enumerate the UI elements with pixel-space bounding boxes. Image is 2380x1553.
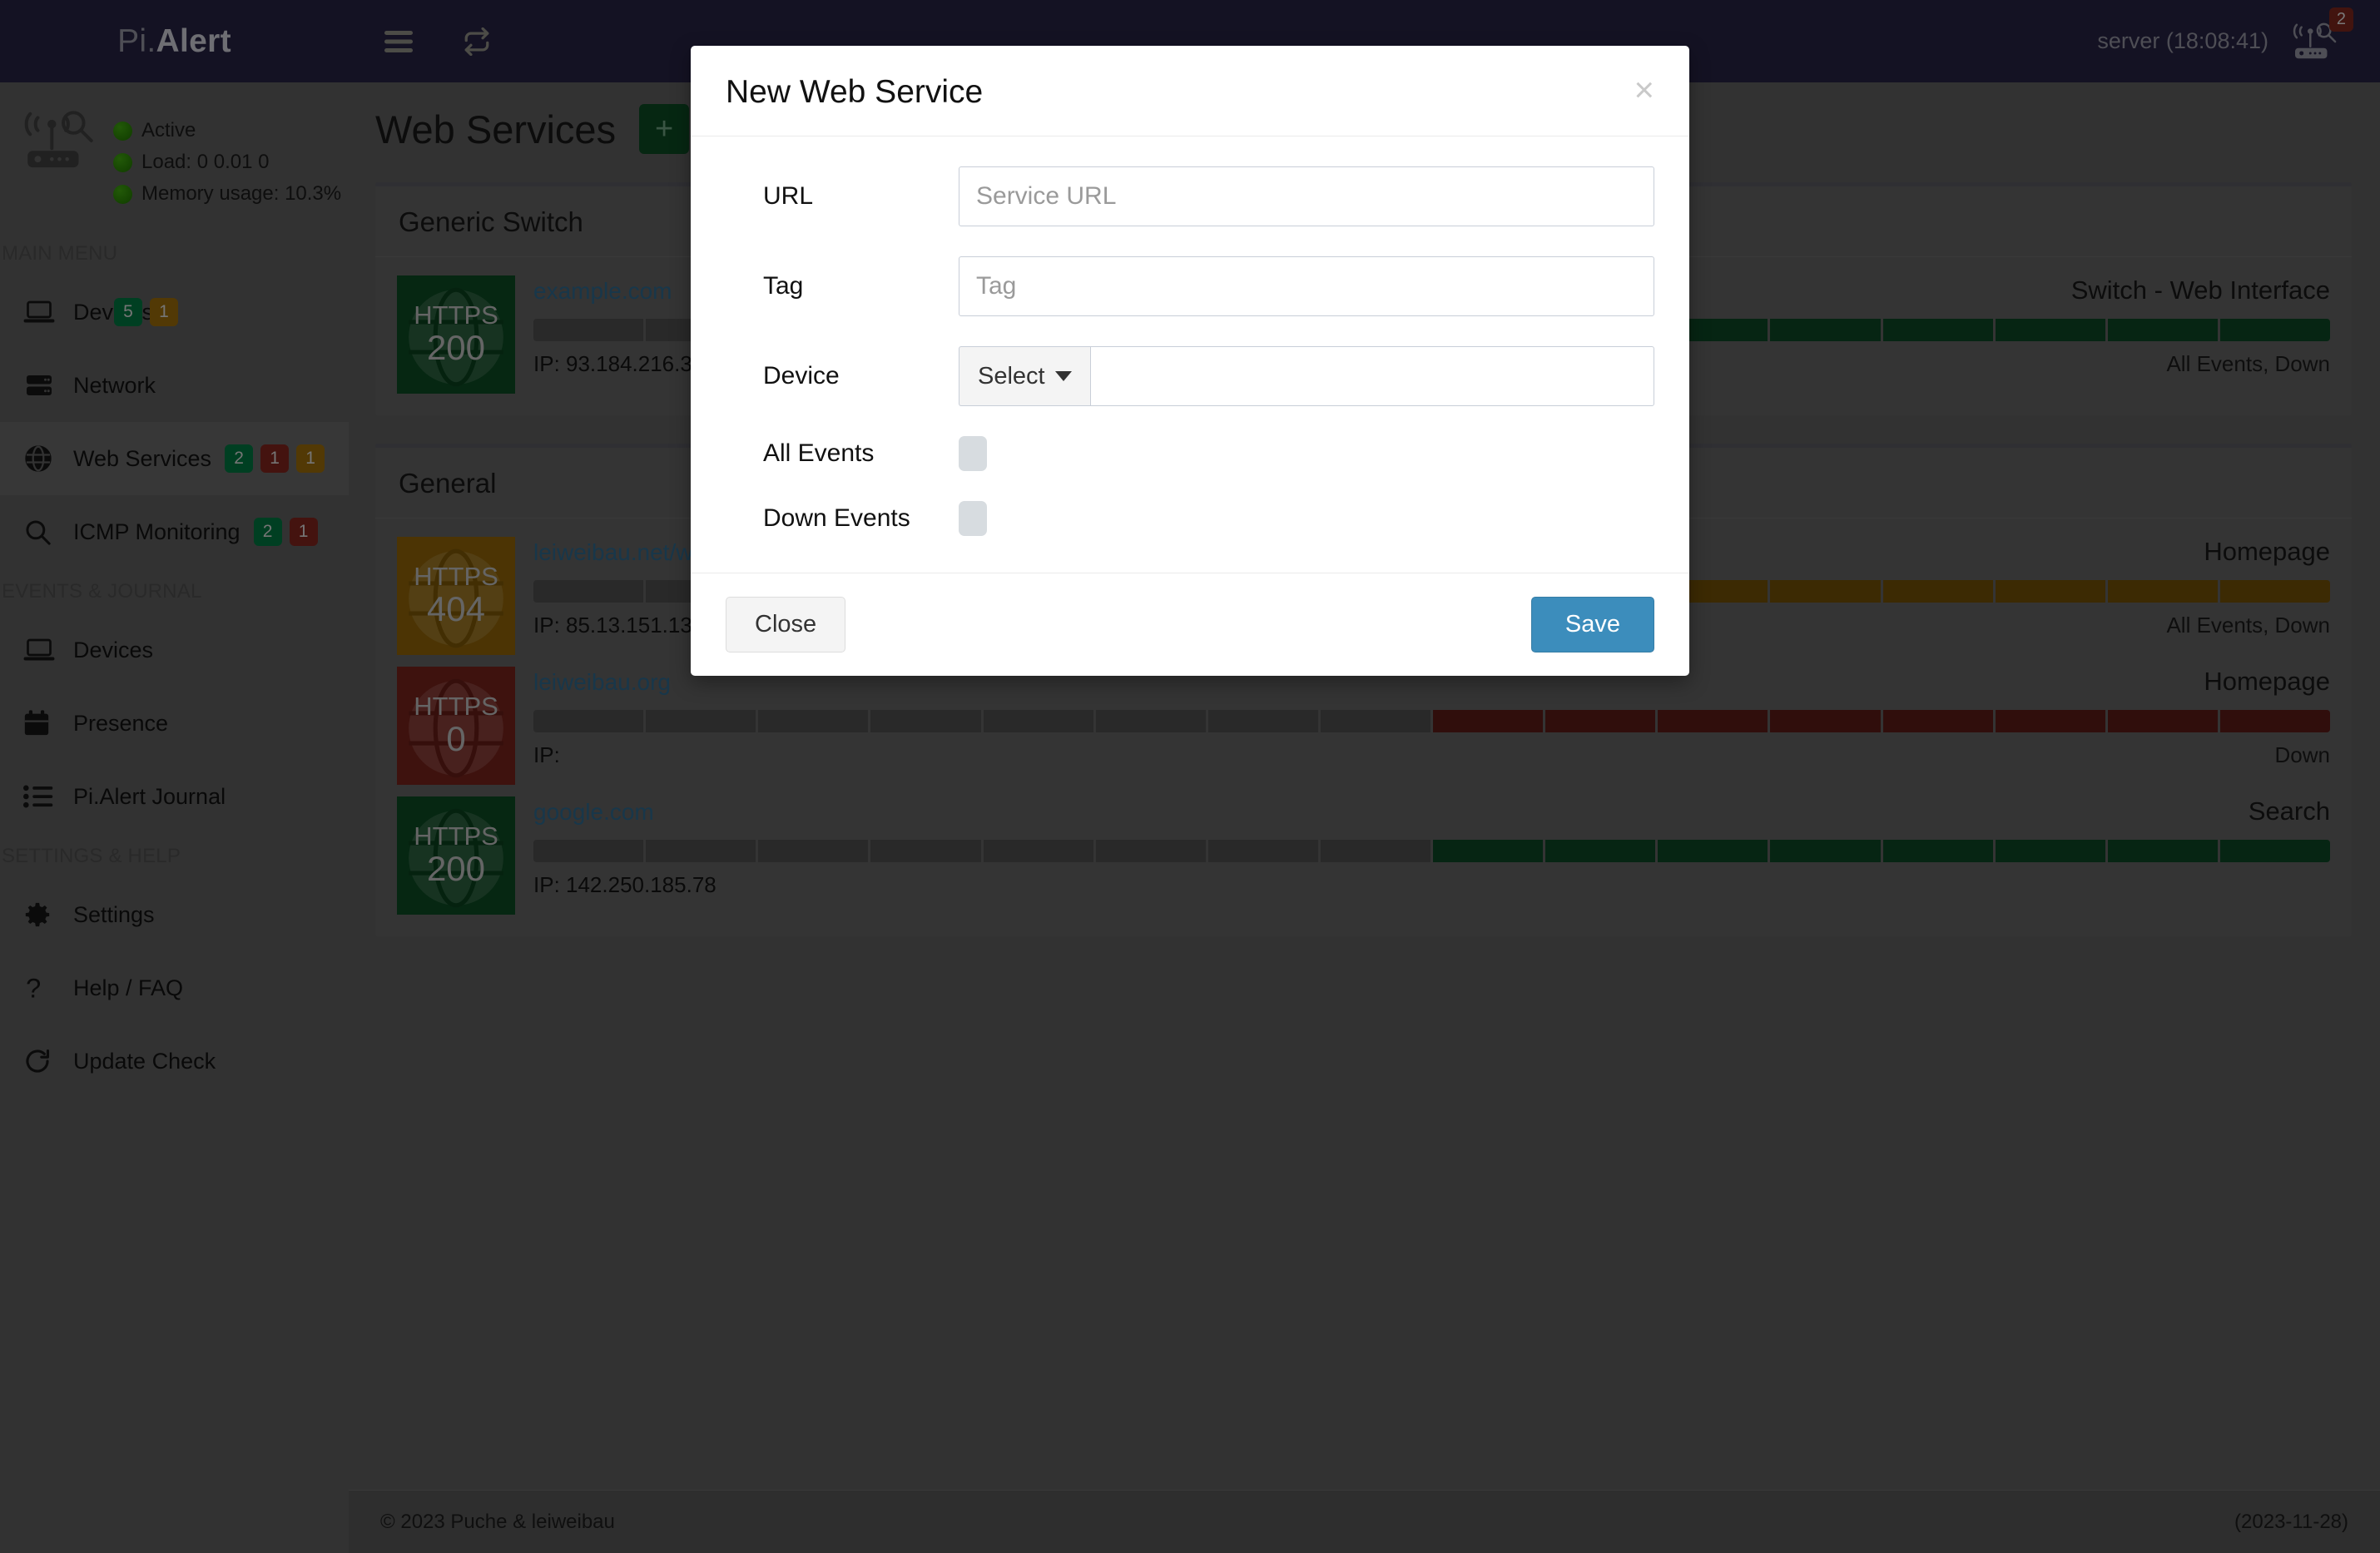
close-icon[interactable]: × (1627, 69, 1661, 111)
form-row-url: URL (726, 166, 1654, 226)
new-web-service-modal: New Web Service × URL Tag Device (691, 46, 1689, 676)
modal-header: New Web Service × (691, 46, 1689, 136)
form-row-device: Device Select (726, 346, 1654, 406)
save-button[interactable]: Save (1530, 597, 1654, 652)
down-events-checkbox[interactable] (959, 501, 987, 536)
modal-footer: Close Save (691, 573, 1689, 676)
form-row-tag: Tag (726, 256, 1654, 316)
device-input-group: Select (959, 346, 1654, 406)
url-label: URL (763, 182, 814, 210)
device-select-label: Select (978, 362, 1045, 389)
form-row-all-events: All Events (726, 436, 1654, 471)
all-events-checkbox[interactable] (959, 436, 987, 471)
close-button[interactable]: Close (726, 597, 846, 652)
url-control (959, 166, 1654, 226)
tag-label: Tag (763, 272, 804, 300)
form-row-down-events: Down Events (726, 501, 1654, 536)
device-label: Device (763, 362, 840, 389)
modal-body: URL Tag Device Select (691, 136, 1689, 573)
app-root: Pi. Alert server (18:08:41) 2 Active Loa… (0, 0, 2380, 1553)
url-input[interactable] (959, 166, 1654, 226)
all-events-label: All Events (763, 439, 875, 467)
all-events-control (959, 436, 1654, 471)
tag-control (959, 256, 1654, 316)
tag-input[interactable] (959, 256, 1654, 316)
device-value-field[interactable] (1089, 346, 1654, 406)
modal-title: New Web Service (726, 74, 984, 110)
device-control: Select (959, 346, 1654, 406)
down-events-control (959, 501, 1654, 536)
device-select-dropdown[interactable]: Select (959, 346, 1090, 406)
down-events-label: Down Events (763, 504, 910, 532)
chevron-down-icon (1054, 371, 1072, 381)
